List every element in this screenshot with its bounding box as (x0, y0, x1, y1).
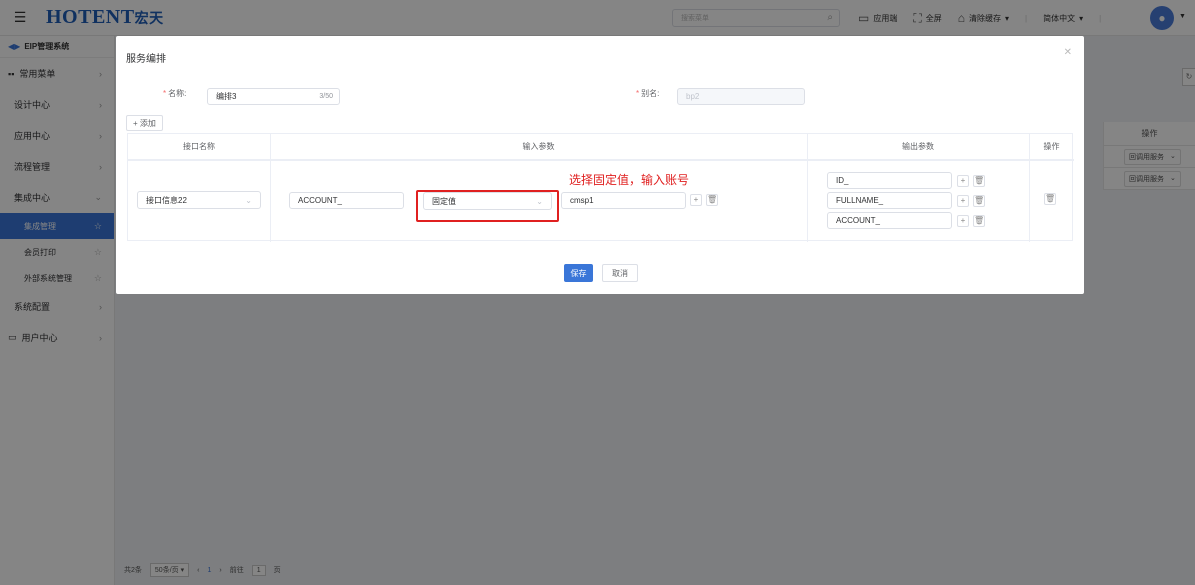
alias-label: * 别名: (636, 89, 660, 98)
alias-input[interactable]: bp2 (677, 88, 805, 105)
add-row-icon[interactable]: + (957, 215, 969, 227)
service-orchestration-dialog: 服务编排 ✕ * 名称: 编排3 3/50 * 别名: bp2 + 添加 接口名称 输… (116, 36, 1084, 294)
interface-select[interactable]: 接口信息22 ⌄ (137, 191, 261, 209)
name-label: * 名称: (163, 89, 187, 98)
delete-icon[interactable]: 🗑 (1044, 193, 1056, 205)
delete-icon[interactable]: 🗑 (973, 175, 985, 187)
output-param-field[interactable]: ID_ (827, 172, 952, 189)
cancel-button[interactable]: 取消 (602, 264, 638, 282)
divider (807, 134, 808, 242)
divider (270, 134, 271, 242)
add-row-icon[interactable]: + (957, 175, 969, 187)
output-param-field[interactable]: FULLNAME_ (827, 192, 952, 209)
save-button[interactable]: 保存 (564, 264, 593, 282)
chevron-down-icon: ⌄ (245, 195, 252, 205)
column-header-input: 输入参数 (270, 134, 807, 160)
divider (1029, 134, 1030, 242)
divider (128, 160, 1074, 161)
column-header-action: 操作 (1029, 134, 1074, 160)
delete-icon[interactable]: 🗑 (973, 215, 985, 227)
add-row-icon[interactable]: + (690, 194, 702, 206)
input-value-field[interactable]: cmsp1 (561, 192, 686, 209)
input-param-name[interactable]: ACCOUNT_ (289, 192, 404, 209)
delete-icon[interactable]: 🗑 (706, 194, 718, 206)
delete-icon[interactable]: 🗑 (973, 195, 985, 207)
add-row-icon[interactable]: + (957, 195, 969, 207)
close-icon[interactable]: ✕ (1064, 47, 1072, 58)
char-count: 3/50 (319, 93, 333, 100)
add-button[interactable]: + 添加 (126, 115, 163, 131)
annotation-highlight-box (416, 190, 559, 222)
name-input[interactable]: 编排3 3/50 (207, 88, 340, 105)
dialog-title: 服务编排 (126, 54, 166, 65)
annotation-text: 选择固定值，输入账号 (569, 173, 690, 187)
column-header-output: 输出参数 (807, 134, 1029, 160)
output-param-field[interactable]: ACCOUNT_ (827, 212, 952, 229)
column-header-interface: 接口名称 (128, 134, 270, 160)
